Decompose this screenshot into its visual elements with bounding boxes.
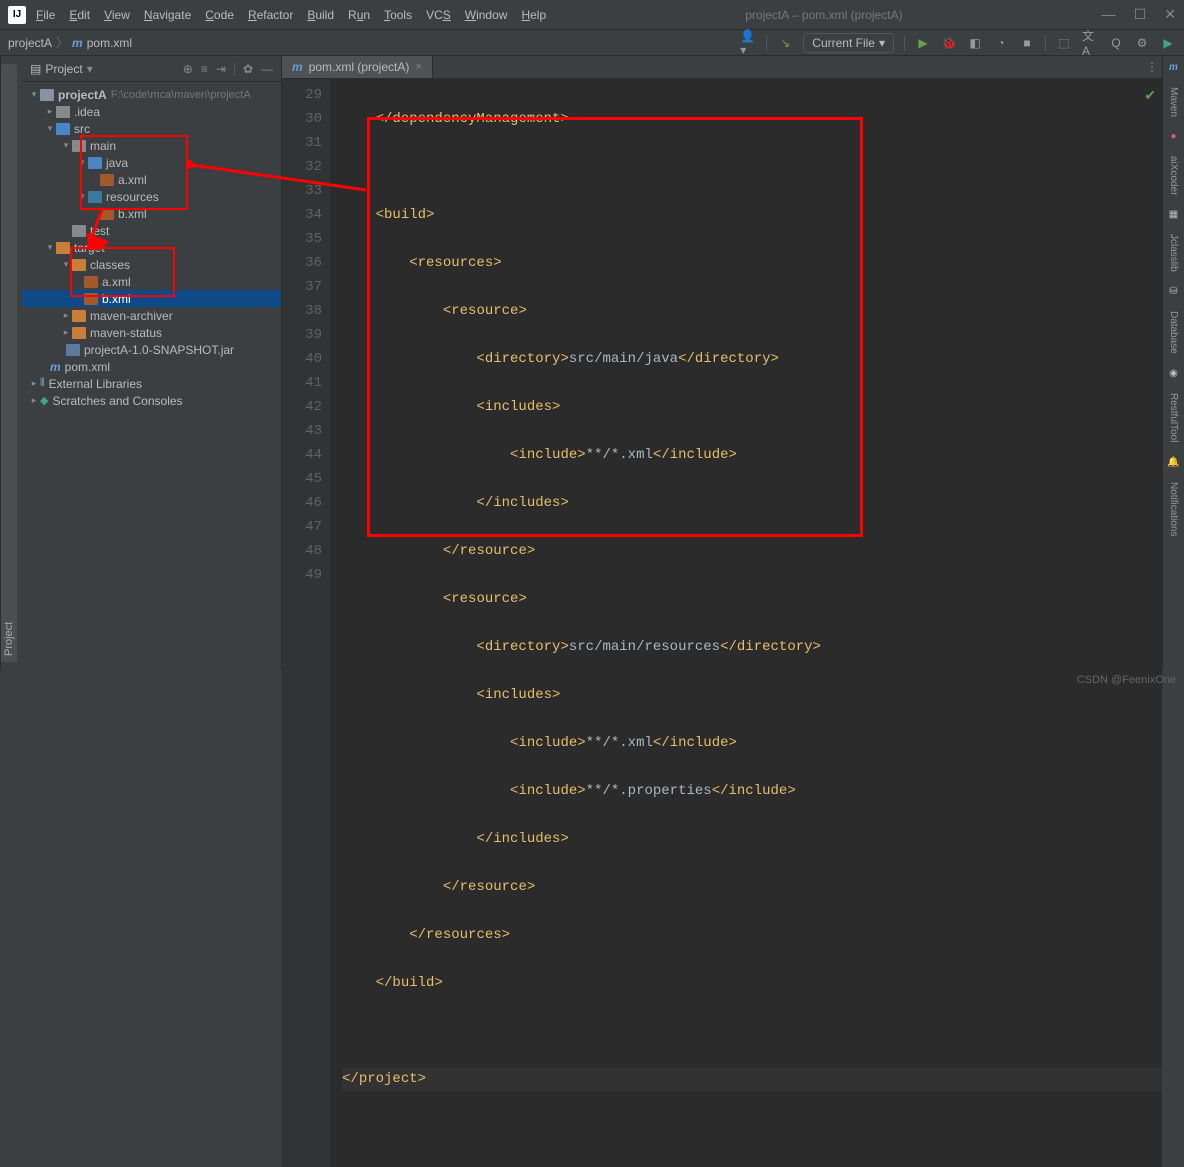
expand-icon[interactable]: ≡ bbox=[201, 62, 208, 76]
code-content[interactable]: </dependencyManagement> <build> <resourc… bbox=[330, 79, 1162, 1167]
menu-navigate[interactable]: Navigate bbox=[144, 8, 191, 22]
project-tree: ▾projectAF:\code\mca\maven\projectA ▸.id… bbox=[22, 82, 281, 413]
line-gutter: 2930313233343536373839404142434445464748… bbox=[282, 79, 330, 1167]
git-icon[interactable]: ⬚ bbox=[1056, 35, 1072, 51]
stop-icon[interactable]: ■ bbox=[1019, 35, 1035, 51]
run-config-selector[interactable]: Current File ▾ bbox=[803, 33, 894, 53]
menu-tools[interactable]: Tools bbox=[384, 8, 412, 22]
breadcrumb-file[interactable]: pom.xml bbox=[87, 36, 132, 50]
aixcoder-icon[interactable]: ● bbox=[1170, 131, 1176, 142]
close-icon[interactable]: ✕ bbox=[1164, 6, 1176, 23]
search-icon[interactable]: Q bbox=[1108, 35, 1124, 51]
right-tab-maven[interactable]: Maven bbox=[1168, 87, 1179, 117]
tab-pom-xml[interactable]: m pom.xml (projectA) × bbox=[282, 56, 433, 78]
play-logo-icon[interactable]: ▶ bbox=[1160, 35, 1176, 51]
tree-java-dir[interactable]: ▾java bbox=[22, 154, 281, 171]
app-logo: IJ bbox=[8, 6, 26, 24]
window-controls: — ☐ ✕ bbox=[1102, 6, 1176, 23]
tree-classes-b-xml[interactable]: b.xml bbox=[22, 290, 281, 307]
maven-tool-icon[interactable]: m bbox=[1169, 62, 1178, 73]
watermark: CSDN @FeenixOne bbox=[1077, 674, 1176, 686]
hide-icon[interactable]: — bbox=[261, 62, 273, 76]
restful-icon[interactable]: ◉ bbox=[1169, 368, 1178, 379]
settings-icon[interactable]: ⚙ bbox=[1134, 35, 1150, 51]
coverage-icon[interactable]: ◧ bbox=[967, 35, 983, 51]
menu-run[interactable]: Run bbox=[348, 8, 370, 22]
jclasslib-icon[interactable]: ▦ bbox=[1169, 209, 1178, 220]
window-title: projectA – pom.xml (projectA) bbox=[546, 8, 1102, 22]
user-icon[interactable]: 👤▾ bbox=[740, 35, 756, 51]
left-tool-strip: Project bbox=[0, 56, 22, 670]
debug-icon[interactable]: 🐞 bbox=[941, 35, 957, 51]
tree-classes-dir[interactable]: ▾classes bbox=[22, 256, 281, 273]
tree-idea-dir[interactable]: ▸.idea bbox=[22, 103, 281, 120]
minimize-icon[interactable]: — bbox=[1102, 6, 1116, 23]
project-tool-tab[interactable]: Project bbox=[1, 64, 17, 662]
tree-classes-a-xml[interactable]: a.xml bbox=[22, 273, 281, 290]
tree-project-root[interactable]: ▾projectAF:\code\mca\maven\projectA bbox=[22, 86, 281, 103]
tree-a-xml[interactable]: a.xml bbox=[22, 171, 281, 188]
tree-status-dir[interactable]: ▸maven-status bbox=[22, 324, 281, 341]
maximize-icon[interactable]: ☐ bbox=[1134, 6, 1147, 23]
tree-scratches[interactable]: ▸◆Scratches and Consoles bbox=[22, 392, 281, 409]
navigation-bar: projectA 〉 m pom.xml 👤▾ ↘ Current File ▾… bbox=[0, 30, 1184, 56]
right-tab-aixcoder[interactable]: aiXcoder bbox=[1168, 156, 1179, 195]
tab-close-icon[interactable]: × bbox=[415, 61, 421, 73]
profile-icon[interactable]: ◔ bbox=[993, 35, 1009, 51]
right-tab-notifications[interactable]: Notifications bbox=[1168, 482, 1179, 536]
tree-b-xml[interactable]: b.xml bbox=[22, 205, 281, 222]
menu-build[interactable]: Build bbox=[307, 8, 334, 22]
breadcrumb-root[interactable]: projectA bbox=[8, 36, 52, 50]
tree-src-dir[interactable]: ▾src bbox=[22, 120, 281, 137]
menu-view[interactable]: View bbox=[104, 8, 130, 22]
editor-area: m pom.xml (projectA) × ⋮ 293031323334353… bbox=[282, 56, 1162, 670]
tree-pom-file[interactable]: mpom.xml bbox=[22, 358, 281, 375]
menu-code[interactable]: Code bbox=[205, 8, 234, 22]
menu-file[interactable]: File bbox=[36, 8, 55, 22]
menu-help[interactable]: Help bbox=[521, 8, 546, 22]
tree-archiver-dir[interactable]: ▸maven-archiver bbox=[22, 307, 281, 324]
right-tool-strip: m Maven ● aiXcoder ▦ Jclasslib ⛁ Databas… bbox=[1162, 56, 1184, 670]
run-icon[interactable]: ▶ bbox=[915, 35, 931, 51]
tree-main-dir[interactable]: ▾main bbox=[22, 137, 281, 154]
database-icon[interactable]: ⛁ bbox=[1169, 286, 1177, 297]
translate-icon[interactable]: 文A bbox=[1082, 35, 1098, 51]
chevron-down-icon[interactable]: ▾ bbox=[87, 62, 93, 76]
locate-icon[interactable]: ⊕ bbox=[183, 62, 193, 76]
tree-test-dir[interactable]: test bbox=[22, 222, 281, 239]
right-tab-jclasslib[interactable]: Jclasslib bbox=[1168, 234, 1179, 272]
maven-icon: m bbox=[72, 36, 83, 50]
inspection-ok-icon[interactable]: ✔ bbox=[1144, 85, 1156, 109]
editor-tabs: m pom.xml (projectA) × ⋮ bbox=[282, 56, 1162, 79]
menu-window[interactable]: Window bbox=[465, 8, 508, 22]
chevron-down-icon: ▾ bbox=[879, 36, 885, 50]
collapse-icon[interactable]: ⇥ bbox=[216, 62, 226, 76]
tree-target-dir[interactable]: ▾target bbox=[22, 239, 281, 256]
menu-edit[interactable]: Edit bbox=[69, 8, 90, 22]
code-editor[interactable]: 2930313233343536373839404142434445464748… bbox=[282, 79, 1162, 1167]
breadcrumb: projectA 〉 m pom.xml bbox=[8, 34, 132, 51]
menu-refactor[interactable]: Refactor bbox=[248, 8, 293, 22]
main-menu: File Edit View Navigate Code Refactor Bu… bbox=[36, 8, 546, 22]
gear-icon[interactable]: ✿ bbox=[243, 62, 253, 76]
project-panel-title: Project bbox=[45, 62, 82, 76]
project-tool-window: ▤ Project ▾ ⊕ ≡ ⇥ ✿ — ▾projectAF:\code\m… bbox=[22, 56, 282, 670]
titlebar: IJ File Edit View Navigate Code Refactor… bbox=[0, 0, 1184, 30]
project-panel-icon: ▤ bbox=[30, 62, 41, 76]
right-tab-restful[interactable]: RestfulTool bbox=[1168, 393, 1179, 442]
hammer-icon[interactable]: ↘ bbox=[777, 35, 793, 51]
maven-icon: m bbox=[292, 60, 303, 74]
tree-jar-file[interactable]: projectA-1.0-SNAPSHOT.jar bbox=[22, 341, 281, 358]
tab-more-icon[interactable]: ⋮ bbox=[1146, 60, 1158, 74]
tree-ext-libs[interactable]: ▸⫴External Libraries bbox=[22, 375, 281, 392]
right-tab-database[interactable]: Database bbox=[1168, 311, 1179, 354]
menu-vcs[interactable]: VCS bbox=[426, 8, 451, 22]
breadcrumb-sep: 〉 bbox=[56, 34, 68, 51]
bell-icon[interactable]: 🔔 bbox=[1167, 457, 1179, 468]
tree-resources-dir[interactable]: ▾resources bbox=[22, 188, 281, 205]
